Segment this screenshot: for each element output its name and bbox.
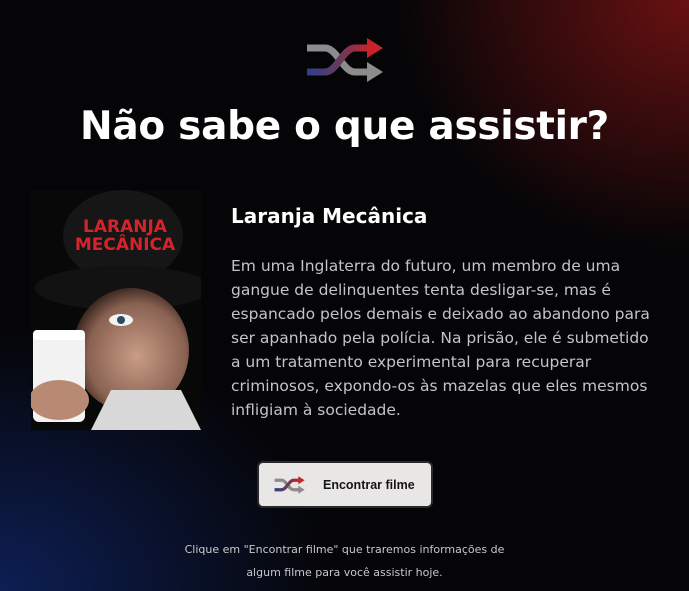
poster-title-line1: LARANJA bbox=[83, 217, 168, 237]
find-movie-button[interactable]: Encontrar filme bbox=[257, 461, 433, 508]
shuffle-icon bbox=[274, 475, 305, 494]
movie-description: Em uma Inglaterra do futuro, um membro d… bbox=[231, 257, 650, 419]
find-movie-button-label: Encontrar filme bbox=[323, 477, 415, 492]
hint-line-2: algum filme para você assistir hoje. bbox=[246, 566, 443, 579]
shuffle-logo-icon bbox=[303, 30, 389, 90]
hint-line-1: Clique em "Encontrar filme" que traremos… bbox=[184, 543, 505, 556]
movie-title: Laranja Mecânica bbox=[231, 204, 428, 228]
hint-text: Clique em "Encontrar filme" que traremos… bbox=[0, 538, 689, 584]
poster-title-line2: MECÂNICA bbox=[75, 233, 176, 255]
page-title: Não sabe o que assistir? bbox=[80, 104, 609, 149]
movie-poster: LARANJA MECÂNICA bbox=[31, 190, 201, 430]
